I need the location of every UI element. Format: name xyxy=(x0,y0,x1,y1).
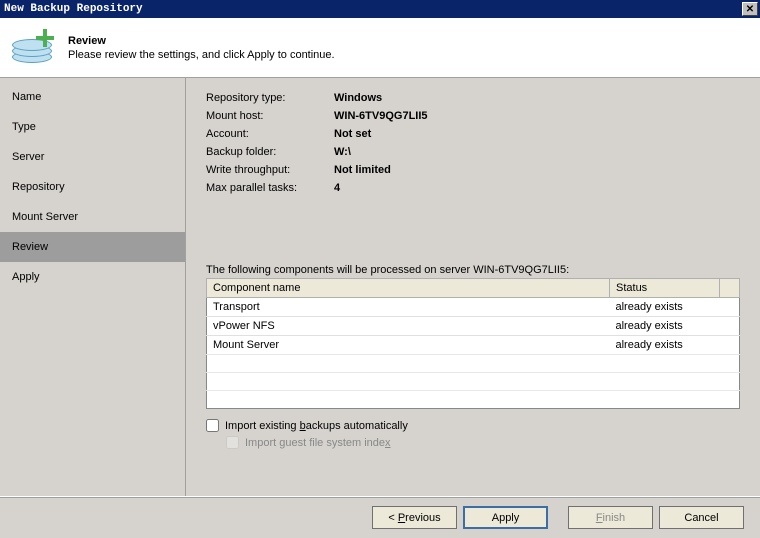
close-button[interactable]: ✕ xyxy=(742,2,758,16)
step-mount-server[interactable]: Mount Server xyxy=(0,202,185,232)
import-backups-checkbox[interactable]: Import existing backups automatically xyxy=(206,419,740,432)
table-row: Mount Serveralready exists xyxy=(207,336,740,355)
import-guest-index-checkbox: Import guest file system index xyxy=(226,436,740,449)
table-row xyxy=(207,391,740,409)
label-backup-folder: Backup folder: xyxy=(206,146,334,158)
step-server[interactable]: Server xyxy=(0,142,185,172)
label-account: Account: xyxy=(206,128,334,140)
page-subtitle: Please review the settings, and click Ap… xyxy=(68,49,335,61)
value-write-throughput: Not limited xyxy=(334,164,391,176)
value-max-parallel: 4 xyxy=(334,182,340,194)
label-repo-type: Repository type: xyxy=(206,92,334,104)
table-row xyxy=(207,355,740,373)
import-backups-input[interactable] xyxy=(206,419,219,432)
apply-button[interactable]: Apply xyxy=(463,506,548,529)
cancel-button[interactable]: Cancel xyxy=(659,506,744,529)
step-review[interactable]: Review xyxy=(0,232,185,262)
step-apply[interactable]: Apply xyxy=(0,262,185,292)
components-table: Component name Status Transportalready e… xyxy=(206,278,740,409)
table-row: Transportalready exists xyxy=(207,298,740,317)
step-type[interactable]: Type xyxy=(0,112,185,142)
table-row: vPower NFSalready exists xyxy=(207,317,740,336)
step-name[interactable]: Name xyxy=(0,82,185,112)
components-note: The following components will be process… xyxy=(206,264,740,276)
value-mount-host: WIN-6TV9QG7LII5 xyxy=(334,110,428,122)
table-row xyxy=(207,373,740,391)
import-guest-index-input xyxy=(226,436,239,449)
wizard-header: Review Please review the settings, and c… xyxy=(0,18,760,78)
wizard-steps: Name Type Server Repository Mount Server… xyxy=(0,78,186,496)
value-repo-type: Windows xyxy=(334,92,382,104)
step-repository[interactable]: Repository xyxy=(0,172,185,202)
label-write-throughput: Write throughput: xyxy=(206,164,334,176)
review-content: Repository type:Windows Mount host:WIN-6… xyxy=(186,78,760,496)
finish-button: Finish xyxy=(568,506,653,529)
previous-button[interactable]: < Previous xyxy=(372,506,457,529)
value-account: Not set xyxy=(334,128,371,140)
window-title: New Backup Repository xyxy=(4,3,143,15)
page-title: Review xyxy=(68,35,335,47)
wizard-footer: < Previous Apply Finish Cancel xyxy=(0,496,760,538)
window-titlebar: New Backup Repository ✕ xyxy=(0,0,760,18)
repository-icon xyxy=(10,25,56,71)
col-blank xyxy=(720,279,740,298)
label-mount-host: Mount host: xyxy=(206,110,334,122)
label-max-parallel: Max parallel tasks: xyxy=(206,182,334,194)
value-backup-folder: W:\ xyxy=(334,146,351,158)
col-component[interactable]: Component name xyxy=(207,279,610,298)
col-status[interactable]: Status xyxy=(610,279,720,298)
